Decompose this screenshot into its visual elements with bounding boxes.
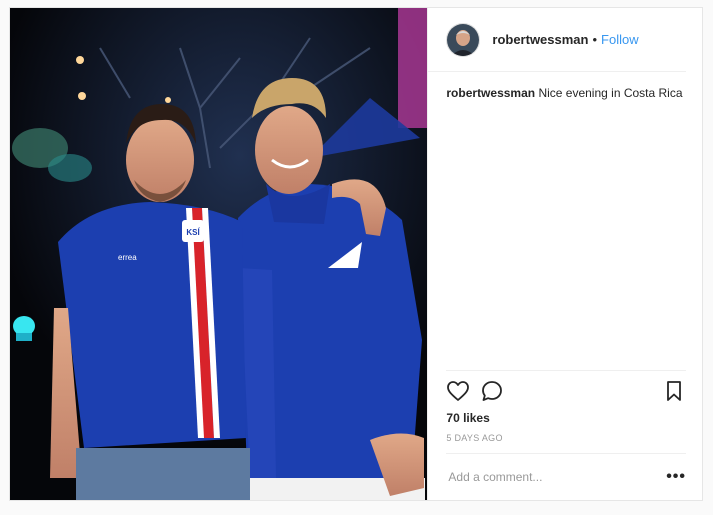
- header-separator: •: [592, 32, 598, 47]
- post-timestamp[interactable]: 5 DAYS AGO: [446, 433, 686, 453]
- post-sidebar: robertwessman • Follow robertwessman Nic…: [427, 8, 702, 500]
- photo-illustration: KSÍ errea: [10, 8, 428, 500]
- post-photo[interactable]: KSÍ errea: [10, 8, 428, 500]
- username-link[interactable]: robertwessman: [492, 32, 588, 47]
- avatar[interactable]: [446, 22, 481, 57]
- caption-username[interactable]: robertwessman: [446, 86, 535, 100]
- post-header: robertwessman • Follow: [428, 8, 686, 72]
- likes-count[interactable]: 70 likes: [446, 411, 686, 425]
- avatar-image: [447, 23, 480, 56]
- more-options-icon[interactable]: •••: [666, 468, 686, 486]
- caption-text: Nice evening in Costa Rica: [538, 86, 683, 100]
- comment-box: •••: [446, 453, 686, 500]
- jersey-brand-text: errea: [118, 253, 137, 262]
- bookmark-icon[interactable]: [662, 379, 686, 403]
- action-bar: [446, 371, 686, 411]
- heart-icon[interactable]: [446, 379, 470, 403]
- comment-icon[interactable]: [480, 379, 504, 403]
- follow-button[interactable]: Follow: [601, 32, 639, 47]
- post-caption: robertwessman Nice evening in Costa Rica: [428, 72, 702, 370]
- comment-input[interactable]: [446, 469, 667, 485]
- jersey-crest-text: KSÍ: [186, 228, 200, 237]
- post-container: KSÍ errea robertwessman • Follow robertw…: [9, 7, 703, 501]
- actions-section: 70 likes 5 DAYS AGO: [446, 370, 686, 453]
